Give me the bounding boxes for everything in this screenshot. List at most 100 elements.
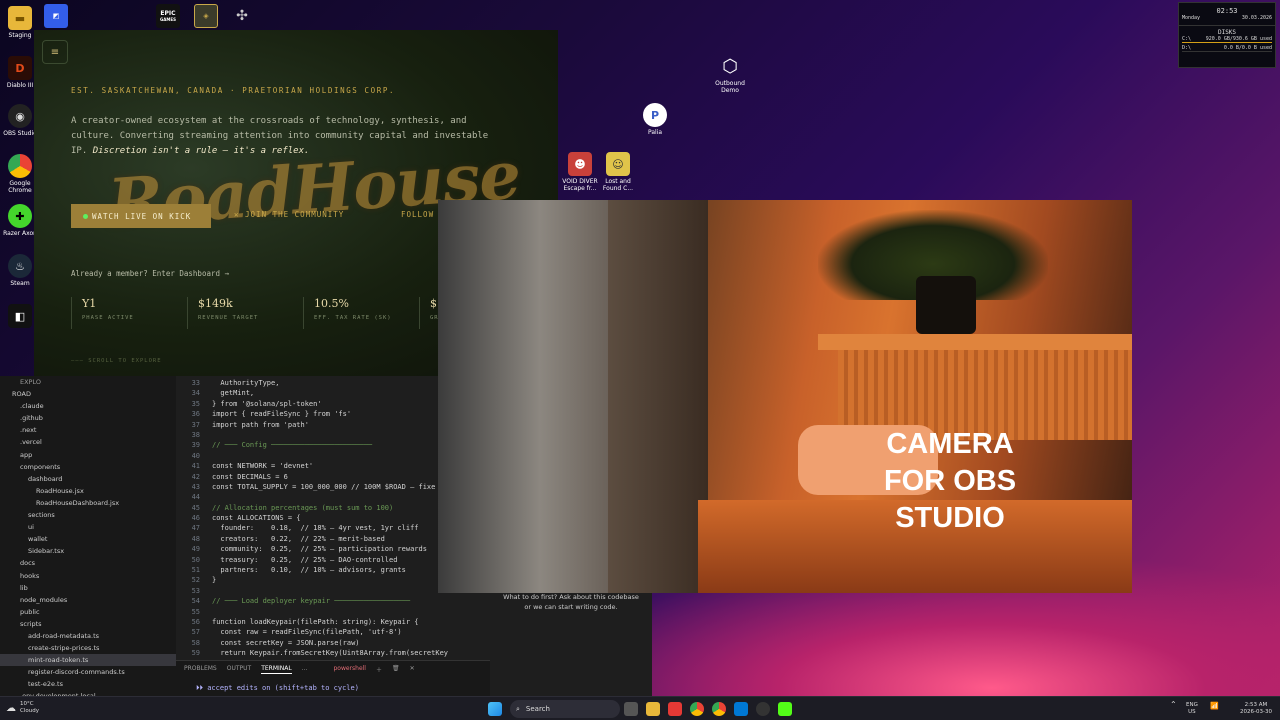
- language-indicator[interactable]: ENG US: [1186, 702, 1198, 716]
- code-text: const ALLOCATIONS = {: [212, 514, 301, 523]
- line-number: 42: [191, 472, 200, 481]
- terminal-shell-selector[interactable]: powershell: [333, 665, 366, 674]
- roblox-studio-icon[interactable]: ◩: [44, 4, 68, 28]
- camera-feed: CAMERA FOR OBS STUDIO: [438, 200, 1132, 593]
- line-number: 40: [191, 451, 200, 460]
- file-tree-item[interactable]: node_modules: [0, 594, 176, 606]
- line-number: 39: [191, 441, 200, 450]
- palia-icon[interactable]: P Palia: [635, 103, 675, 136]
- game-shortcut-icon[interactable]: ◈: [194, 4, 218, 28]
- app-shortcut-icon[interactable]: ✣: [230, 4, 254, 28]
- file-tree-item[interactable]: .github: [0, 412, 176, 424]
- line-number: 53: [191, 586, 200, 595]
- network-icon[interactable]: 📶: [1210, 703, 1219, 710]
- code-text: partners: 0.10, // 10% — advisors, grant…: [212, 566, 406, 575]
- file-tree-item[interactable]: components: [0, 461, 176, 473]
- youtube-icon[interactable]: [668, 702, 682, 716]
- vscode-icon[interactable]: [734, 702, 748, 716]
- join-community-button[interactable]: ✕ JOIN THE COMMUNITY: [234, 210, 344, 219]
- line-number: 56: [191, 617, 200, 626]
- file-tree-item[interactable]: .vercel: [0, 436, 176, 448]
- follow-button[interactable]: FOLLOW: [401, 210, 434, 219]
- tab-output[interactable]: OUTPUT: [227, 665, 251, 674]
- line-number: 48: [191, 534, 200, 543]
- enter-dashboard-link[interactable]: Already a member? Enter Dashboard →: [71, 269, 229, 278]
- line-number: 57: [191, 628, 200, 637]
- file-tree-item[interactable]: create-stripe-prices.ts: [0, 642, 176, 654]
- weather-widget[interactable]: ☁ 10°C Cloudy: [6, 701, 39, 715]
- code-text: function loadKeypair(filePath: string): …: [212, 617, 419, 626]
- file-tree-item[interactable]: hooks: [0, 570, 176, 582]
- disk1-bar: [1182, 42, 1272, 43]
- code-text: const DECIMALS = 6: [212, 472, 288, 481]
- file-tree-item[interactable]: ui: [0, 521, 176, 533]
- line-number: 47: [191, 524, 200, 533]
- line-number: 44: [191, 493, 200, 502]
- code-text: const TOTAL_SUPPLY = 100_000_000 // 100M…: [212, 482, 436, 491]
- line-number: 38: [191, 430, 200, 439]
- camera-plant-pot: [916, 276, 976, 334]
- task-view-icon[interactable]: [624, 702, 638, 716]
- windows-start-icon[interactable]: [488, 702, 502, 716]
- file-tree-item[interactable]: wallet: [0, 533, 176, 545]
- trash-icon[interactable]: 🗑: [392, 665, 400, 674]
- stat-item: $149k REVENUE TARGET: [187, 297, 303, 329]
- file-tree-item[interactable]: ROAD: [0, 388, 176, 400]
- tab-problems[interactable]: PROBLEMS: [184, 665, 217, 674]
- system-widget: 02:53 Monday 30.03.2026 DISKS C:\ 920.0 GB…: [1178, 2, 1276, 68]
- code-line: 56 function loadKeypair(filePath: string)…: [176, 617, 490, 627]
- code-line: 55: [176, 607, 490, 617]
- hamburger-menu-button[interactable]: ≡: [42, 40, 68, 64]
- code-text: AuthorityType,: [212, 379, 280, 387]
- tab-terminal[interactable]: TERMINAL: [261, 665, 292, 674]
- line-number: 52: [191, 576, 200, 585]
- camera-door: [438, 200, 608, 593]
- chrome-profile-icon[interactable]: [712, 702, 726, 716]
- file-tree-item[interactable]: test-e2e.ts: [0, 678, 176, 690]
- obs-icon[interactable]: [756, 702, 770, 716]
- void-diver-icon[interactable]: ☻ VOID DIVER Escape fr...: [560, 152, 600, 192]
- file-explorer-icon[interactable]: [646, 702, 660, 716]
- widget-day: Monday: [1182, 15, 1201, 21]
- file-tree-item[interactable]: mint-road-token.ts: [0, 654, 176, 667]
- file-tree-item[interactable]: dashboard: [0, 473, 176, 485]
- camera-label: CAMERA FOR OBS STUDIO: [883, 428, 1017, 534]
- code-line: 54 // ─── Load deployer keypair ─────────…: [176, 596, 490, 606]
- tab-more[interactable]: ...: [302, 665, 308, 674]
- file-tree-item[interactable]: add-road-metadata.ts: [0, 630, 176, 642]
- file-tree-item[interactable]: Sidebar.tsx: [0, 545, 176, 557]
- file-tree-item[interactable]: register-discord-commands.ts: [0, 666, 176, 678]
- camera-door-frame: [608, 200, 708, 593]
- taskbar-clock[interactable]: 2:53 AM 2026-03-30: [1240, 702, 1272, 716]
- file-tree-item[interactable]: .next: [0, 424, 176, 436]
- file-tree-item[interactable]: docs: [0, 557, 176, 569]
- chevron-up-icon[interactable]: ⌃: [1170, 701, 1177, 709]
- code-text: creators: 0.22, // 22% — merit-based: [212, 534, 385, 543]
- line-number: 51: [191, 566, 200, 575]
- lost-and-found-icon[interactable]: ☺ Lost and Found C...: [598, 152, 638, 192]
- epic-games-icon[interactable]: EPIC GAMES: [156, 4, 180, 28]
- chat-prompt: What to do first? Ask about this codebas…: [503, 593, 639, 611]
- disk2-bar: [1182, 51, 1272, 52]
- file-tree-item[interactable]: lib: [0, 582, 176, 594]
- taskbar-search[interactable]: ⌕ Search: [510, 700, 620, 718]
- line-number: 58: [191, 638, 200, 647]
- add-terminal-icon[interactable]: ＋: [376, 665, 382, 674]
- file-tree-item[interactable]: public: [0, 606, 176, 618]
- file-tree-item[interactable]: app: [0, 449, 176, 461]
- code-text: // ─── Load deployer keypair ───────────…: [212, 597, 411, 606]
- file-tree-item[interactable]: RoadHouseDashboard.jsx: [0, 497, 176, 509]
- file-tree-item[interactable]: RoadHouse.jsx: [0, 485, 176, 497]
- code-text: const NETWORK = 'devnet': [212, 462, 314, 471]
- kick-icon[interactable]: [778, 702, 792, 716]
- file-tree-item[interactable]: scripts: [0, 618, 176, 630]
- outbound-demo-icon[interactable]: ⬡ Outbound Demo: [710, 54, 750, 94]
- close-panel-icon[interactable]: ✕: [410, 665, 415, 674]
- file-tree-item[interactable]: sections: [0, 509, 176, 521]
- widget-disks-title: DISKS: [1179, 25, 1275, 36]
- code-text: import { readFileSync } from 'fs': [212, 410, 352, 419]
- file-tree-item[interactable]: .claude: [0, 400, 176, 412]
- widget-date: 30.03.2026: [1241, 15, 1272, 21]
- chrome-icon[interactable]: [690, 702, 704, 716]
- watch-live-button[interactable]: WATCH LIVE ON KICK: [71, 204, 211, 228]
